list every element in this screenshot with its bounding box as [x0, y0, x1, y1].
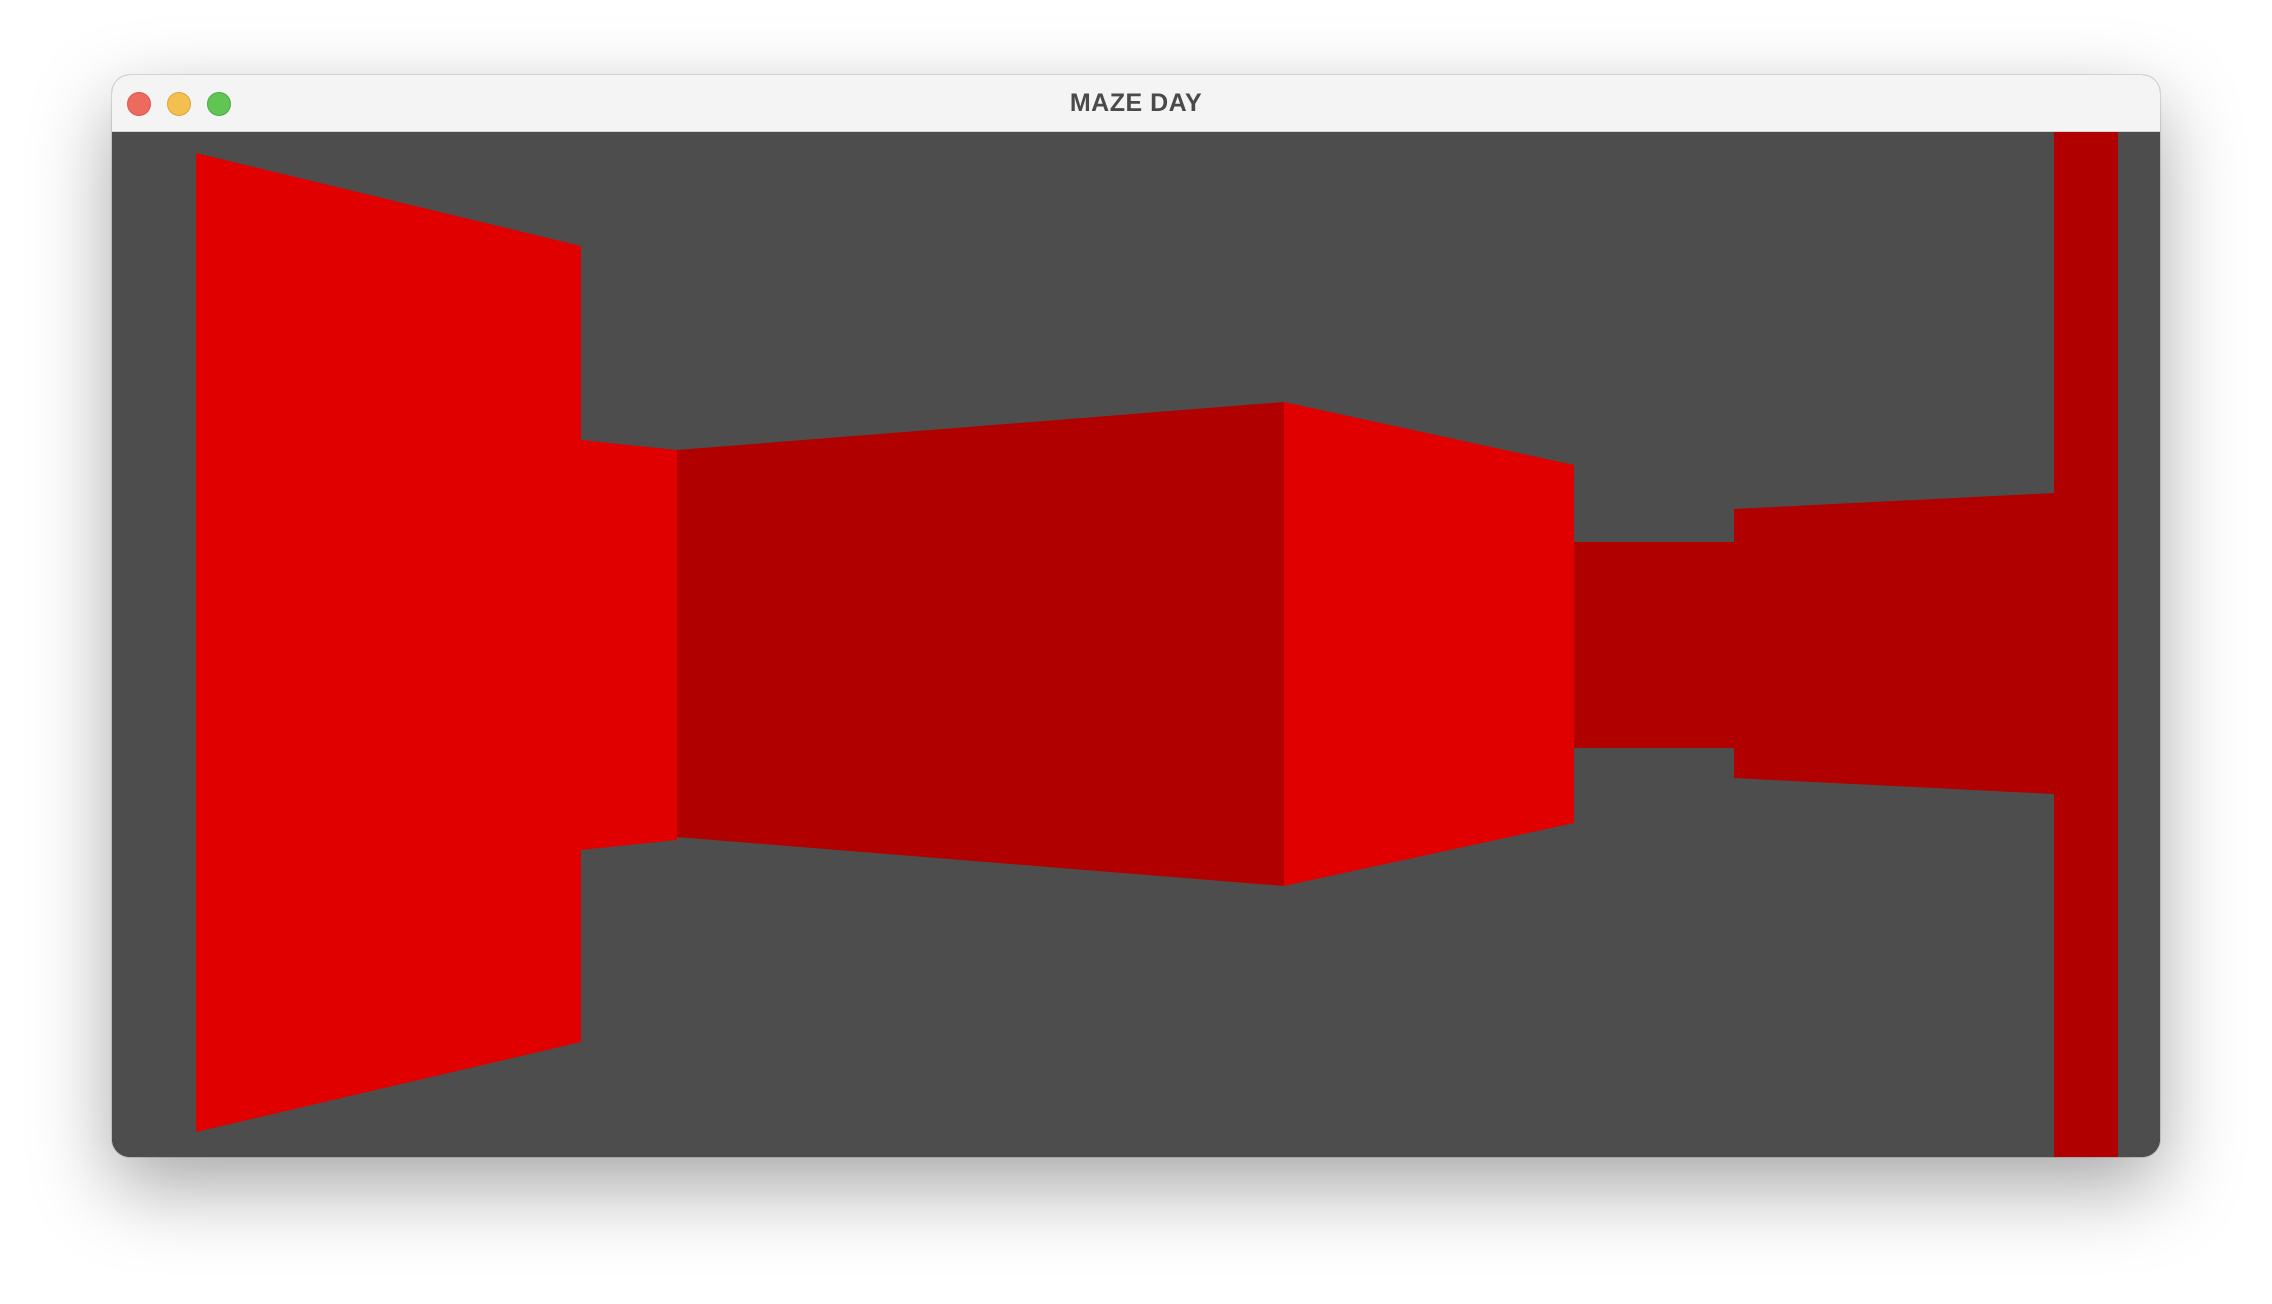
wall-right-edge: [2054, 132, 2118, 1157]
maze-viewport[interactable]: [112, 132, 2160, 1157]
wall-right-mid: [1284, 402, 1574, 886]
maze-view: [112, 132, 2160, 1157]
wall-far-center: [1574, 542, 1734, 748]
wall-left-near: [196, 153, 581, 1132]
game-window: MAZE DAY: [112, 75, 2160, 1157]
wall-right-far: [1734, 493, 2054, 794]
title-bar[interactable]: MAZE DAY: [112, 75, 2160, 132]
window-title: MAZE DAY: [1069, 89, 1203, 117]
wall-front-center: [677, 402, 1284, 886]
wall-left-mid: [581, 440, 677, 850]
